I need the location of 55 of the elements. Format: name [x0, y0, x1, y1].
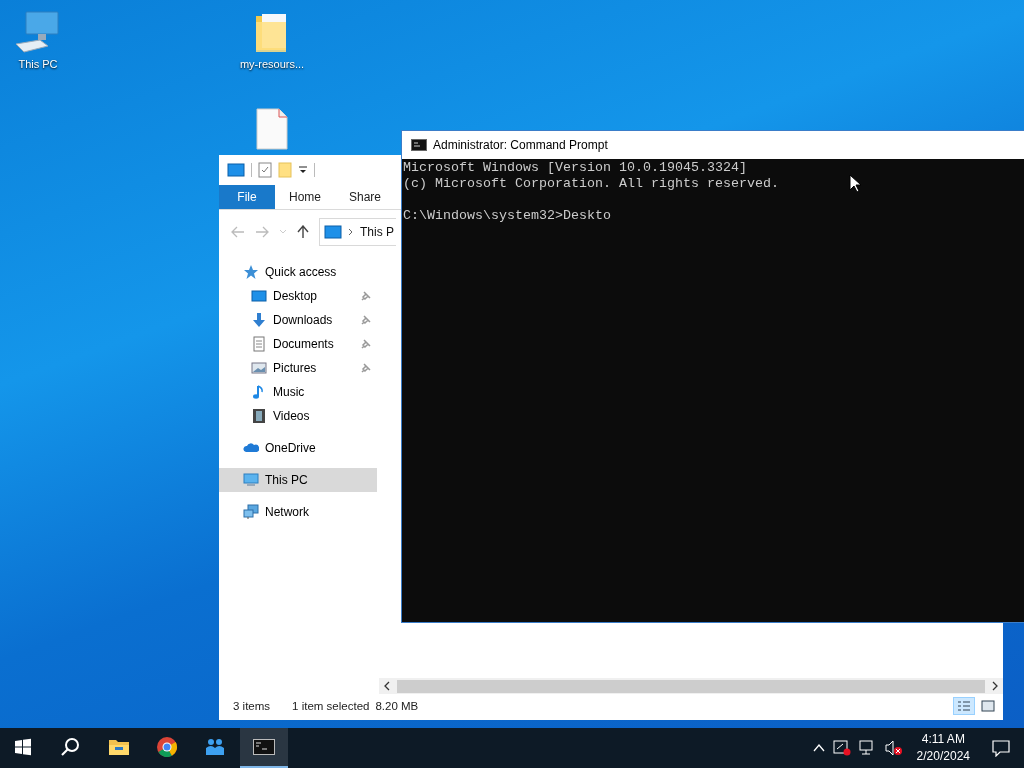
nav-item[interactable]: Videos	[219, 404, 377, 428]
nav-item[interactable]: Quick access	[219, 260, 377, 284]
scroll-right-icon[interactable]	[991, 681, 999, 691]
document-icon[interactable]	[255, 107, 289, 151]
network-icon	[243, 504, 259, 520]
desktop-icon-label[interactable]: my-resours...	[239, 58, 305, 70]
nav-item[interactable]: Downloads	[219, 308, 377, 332]
checklist-icon[interactable]	[258, 162, 272, 178]
scroll-left-icon[interactable]	[383, 681, 391, 691]
chevron-icon	[348, 228, 354, 236]
nav-item[interactable]: OneDrive	[219, 436, 377, 460]
console-output-line: (c) Microsoft Corporation. All rights reserved.	[403, 176, 779, 192]
taskbar-button[interactable]	[240, 728, 288, 768]
status-text: 8.20 MB	[375, 700, 419, 712]
picture-icon	[251, 360, 267, 376]
folder-icon	[109, 737, 131, 757]
mouse-pointer-icon	[849, 174, 861, 193]
download-arrow-icon	[251, 312, 267, 328]
nav-item[interactable]: Pictures	[219, 356, 377, 380]
monitor-icon	[243, 472, 259, 488]
people-icon	[205, 737, 227, 757]
nav-item[interactable]: Desktop	[219, 284, 377, 308]
status-text: 3 items	[233, 700, 271, 712]
film-icon	[251, 408, 267, 424]
console-output-line: Microsoft Windows [Version 10.0.19045.3324]	[403, 160, 747, 176]
desktop-icon	[251, 288, 267, 304]
chrome-icon	[157, 737, 179, 757]
monitor-icon	[324, 225, 342, 239]
nav-item[interactable]: Documents	[219, 332, 377, 356]
dropdown-icon[interactable]	[298, 165, 308, 175]
console-prompt-line[interactable]: C:\Windows\system32>Deskto	[403, 208, 611, 224]
ribbon-tab[interactable]: File	[219, 185, 275, 209]
horizontal-scrollbar[interactable]	[379, 678, 1003, 694]
nav-item[interactable]: Network	[219, 500, 377, 524]
window-title: Administrator: Command Prompt	[433, 138, 608, 152]
breadcrumb-item[interactable]: This P	[360, 225, 394, 239]
terminal-icon	[253, 737, 275, 757]
scrollbar-thumb[interactable]	[397, 679, 985, 693]
muted-speaker-icon[interactable]	[884, 740, 903, 756]
nav-item[interactable]: Music	[219, 380, 377, 404]
address-bar[interactable]: This P	[319, 218, 396, 246]
security-alert-icon[interactable]	[832, 740, 851, 756]
star-icon	[243, 264, 259, 280]
list-icon	[957, 700, 971, 712]
chevron-up-icon[interactable]	[812, 744, 825, 752]
computer-icon[interactable]	[14, 10, 62, 54]
nav-item[interactable]: This PC	[219, 468, 377, 492]
notification-icon[interactable]	[992, 739, 1010, 757]
status-text: 1 item selected	[292, 700, 370, 712]
document-icon	[251, 336, 267, 352]
terminal-icon	[411, 139, 427, 151]
desktop-icon-label[interactable]: This PC	[18, 58, 58, 70]
clock[interactable]: 4:11 AM 2/20/2024	[910, 731, 976, 765]
up-arrow-icon[interactable]	[297, 225, 309, 239]
window-icon	[981, 700, 995, 712]
